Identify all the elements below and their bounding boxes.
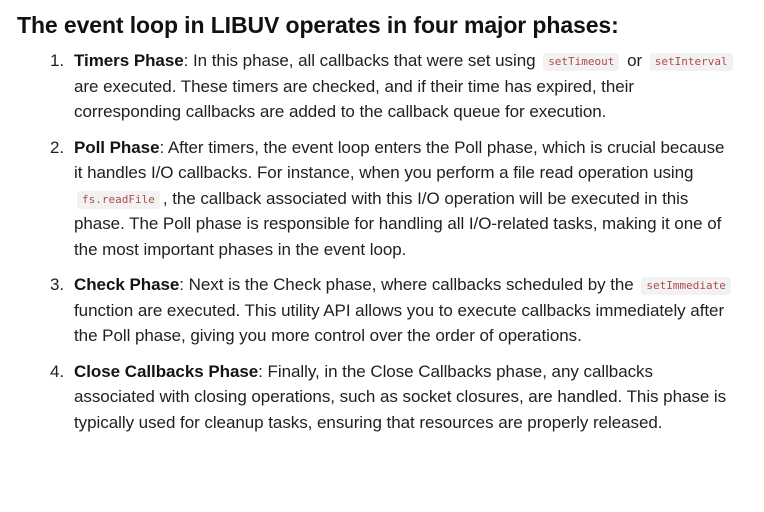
text-segment: : Next is the Check phase, where callbac… — [179, 275, 639, 294]
item-text: Close Callbacks Phase: Finally, in the C… — [74, 359, 737, 436]
text-segment: : After timers, the event loop enters th… — [74, 137, 725, 183]
phase-title: Timers Phase — [74, 51, 184, 70]
text-segment: : In this phase, all callbacks that were… — [183, 51, 541, 70]
text-segment: , the callback associated with this I/O … — [74, 188, 722, 259]
phase-list: 1. Timers Phase: In this phase, all call… — [17, 48, 737, 435]
phase-item-check: 3. Check Phase: Next is the Check phase,… — [17, 272, 737, 349]
code-snippet: fs.readFile — [77, 190, 160, 209]
item-text: Check Phase: Next is the Check phase, wh… — [74, 272, 737, 349]
phase-title: Check Phase — [74, 275, 180, 294]
item-text: Poll Phase: After timers, the event loop… — [74, 135, 737, 263]
item-number: 3. — [50, 275, 65, 294]
code-snippet: setImmediate — [641, 277, 731, 295]
item-number: 1. — [50, 51, 65, 70]
text-segment: are executed. These timers are checked, … — [74, 76, 635, 122]
code-snippet: setTimeout — [543, 53, 620, 71]
article: The event loop in LIBUV operates in four… — [17, 10, 737, 435]
article-heading: The event loop in LIBUV operates in four… — [17, 12, 619, 38]
text-segment: or — [622, 51, 647, 70]
phase-item-timers: 1. Timers Phase: In this phase, all call… — [17, 48, 737, 125]
phase-item-close-callbacks: 4. Close Callbacks Phase: Finally, in th… — [17, 359, 737, 436]
phase-title: Close Callbacks Phase — [74, 361, 259, 381]
item-text: Timers Phase: In this phase, all callbac… — [74, 48, 737, 125]
phase-item-poll: 2. Poll Phase: After timers, the event l… — [17, 135, 737, 263]
item-number: 4. — [50, 361, 65, 381]
code-snippet: setInterval — [649, 53, 733, 71]
item-number: 2. — [50, 137, 65, 157]
text-segment: function are executed. This utility API … — [74, 300, 725, 346]
phase-title: Poll Phase — [74, 137, 160, 157]
